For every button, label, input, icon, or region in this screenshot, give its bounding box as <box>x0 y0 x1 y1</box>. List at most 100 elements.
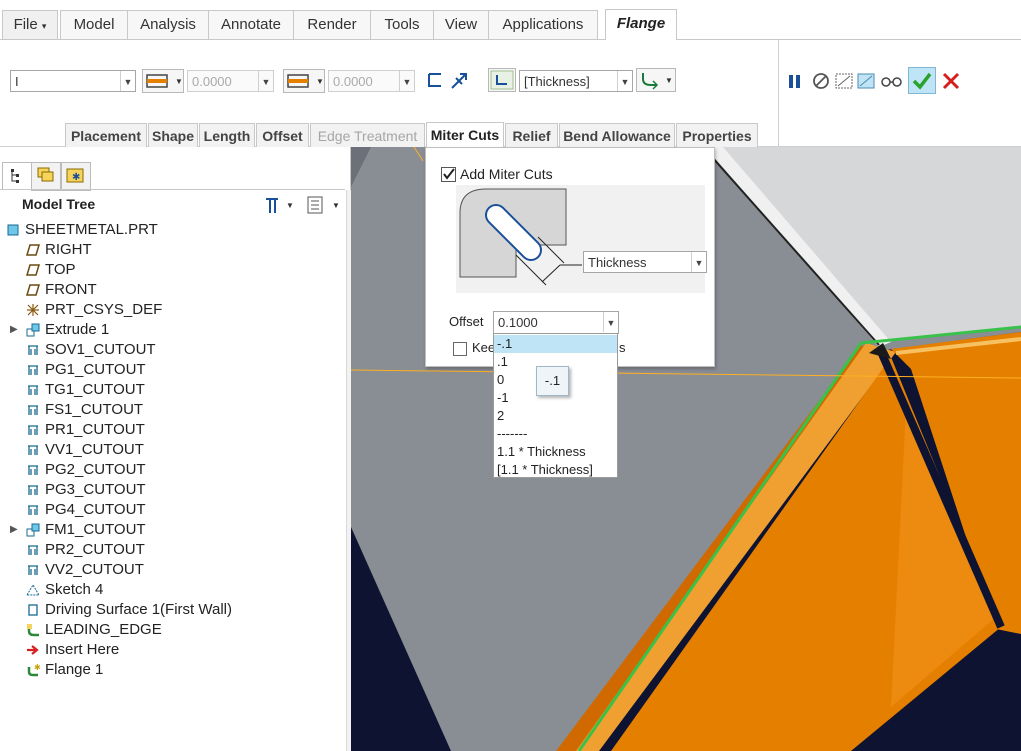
tree-item-label: VV2_CUTOUT <box>45 561 144 578</box>
thickness-side-button[interactable] <box>488 68 516 92</box>
tree-item[interactable]: SOV1_CUTOUT <box>0 340 345 360</box>
tab-view[interactable]: View <box>433 10 489 39</box>
add-miter-cuts-checkbox[interactable] <box>441 167 456 182</box>
subtab-length[interactable]: Length <box>199 123 255 147</box>
length-type-2-button[interactable]: ▼ <box>283 69 325 93</box>
tree-item[interactable]: RIGHT <box>0 240 345 260</box>
chevron-down-icon: ▼ <box>603 312 618 332</box>
chevron-down-icon: ▼ <box>120 71 135 91</box>
subtab-properties[interactable]: Properties <box>676 123 758 147</box>
tree-item[interactable]: FS1_CUTOUT <box>0 400 345 420</box>
favorites-tab[interactable]: ✱ <box>61 162 91 191</box>
subtab-edge-treatment: Edge Treatment <box>310 123 425 147</box>
tree-item[interactable]: ✱ Flange 1 <box>0 660 345 680</box>
offset-option[interactable]: 1.1 * Thickness <box>497 443 615 461</box>
part-icon <box>6 223 20 237</box>
subtab-offset[interactable]: Offset <box>256 123 309 147</box>
length-type-icon: ▼ <box>287 74 324 88</box>
tree-item[interactable]: VV2_CUTOUT <box>0 560 345 580</box>
flip-direction-icons[interactable] <box>426 70 474 92</box>
length-1-input[interactable]: 0.0000 ▼ <box>187 70 274 92</box>
model-tree-tab[interactable] <box>2 162 32 190</box>
tree-item-label: PR1_CUTOUT <box>45 421 145 438</box>
tab-file[interactable]: File ▾ <box>2 10 58 39</box>
tree-item-label: Driving Surface 1(First Wall) <box>45 601 232 618</box>
tree-item[interactable]: PG3_CUTOUT <box>0 480 345 500</box>
offset-label: Offset <box>449 314 484 329</box>
tree-item[interactable]: SHEETMETAL.PRT <box>0 220 345 240</box>
tree-item[interactable]: PG4_CUTOUT <box>0 500 345 520</box>
tree-item[interactable]: TG1_CUTOUT <box>0 380 345 400</box>
csys-icon <box>26 303 40 317</box>
subtab-shape[interactable]: Shape <box>148 123 198 147</box>
offset-dropdown-list: -.1 .1 0 -1 2 ------- 1.1 * Thickness [1… <box>493 333 618 478</box>
tree-item-label: FS1_CUTOUT <box>45 401 144 418</box>
tree-item-label: PRT_CSYS_DEF <box>45 301 163 318</box>
tab-model[interactable]: Model <box>60 10 128 39</box>
ok-button[interactable] <box>908 67 936 94</box>
length-type-1-button[interactable]: ▼ <box>142 69 184 93</box>
tree-item[interactable]: VV1_CUTOUT <box>0 440 345 460</box>
thickness-side-icon <box>490 70 514 90</box>
tree-item-label: VV1_CUTOUT <box>45 441 144 458</box>
keep-checkbox-label: Kee <box>472 340 496 355</box>
flange-dashboard: I ▼ ▼ 0.0000 ▼ ▼ 0.0000 ▼ [Thickness] ▼ … <box>0 40 1021 148</box>
tree-item[interactable]: PG2_CUTOUT <box>0 460 345 480</box>
tree-item[interactable]: TOP <box>0 260 345 280</box>
offset-input[interactable]: 0.1000 ▼ <box>493 311 619 334</box>
tree-structure-icon <box>11 169 19 183</box>
subtab-miter-cuts[interactable]: Miter Cuts <box>426 122 504 148</box>
cutout-icon <box>26 403 40 417</box>
expand-arrow-icon[interactable]: ▶ <box>10 520 18 540</box>
tree-item[interactable]: FRONT <box>0 280 345 300</box>
tree-item[interactable]: PR1_CUTOUT <box>0 420 345 440</box>
offset-option[interactable]: [1.1 * Thickness] <box>497 461 615 479</box>
svg-text:▼: ▼ <box>286 201 294 210</box>
tab-render[interactable]: Render <box>293 10 371 39</box>
sketch-icon <box>26 583 40 597</box>
tab-annotate[interactable]: Annotate <box>208 10 294 39</box>
subtab-placement[interactable]: Placement <box>65 123 147 147</box>
tab-applications[interactable]: Applications <box>488 10 598 39</box>
checkmark-icon <box>443 168 455 180</box>
tab-analysis[interactable]: Analysis <box>127 10 209 39</box>
length-2-input[interactable]: 0.0000 ▼ <box>328 70 415 92</box>
expand-arrow-icon[interactable]: ▶ <box>10 320 18 340</box>
layers-tab[interactable] <box>31 162 61 191</box>
tree-item[interactable]: ▶ FM1_CUTOUT <box>0 520 345 540</box>
tree-item[interactable]: Insert Here <box>0 640 345 660</box>
verify-mode-icon <box>835 73 853 89</box>
keep-checkbox[interactable] <box>453 342 467 356</box>
cutout-icon <box>26 423 40 437</box>
tree-item[interactable]: PRT_CSYS_DEF <box>0 300 345 320</box>
svg-text:▼: ▼ <box>316 77 324 86</box>
cancel-button[interactable] <box>940 70 962 92</box>
tree-item[interactable]: Driving Surface 1(First Wall) <box>0 600 345 620</box>
subtab-relief[interactable]: Relief <box>505 123 558 147</box>
tree-item[interactable]: PG1_CUTOUT <box>0 360 345 380</box>
tree-item[interactable]: ▶ Extrude 1 <box>0 320 345 340</box>
tab-tools[interactable]: Tools <box>370 10 434 39</box>
offset-value: 0.1000 <box>498 315 538 330</box>
keep-checkbox-label-end: s <box>619 340 626 355</box>
length-1-value: 0.0000 <box>192 74 232 89</box>
subtab-bend-allowance[interactable]: Bend Allowance <box>559 123 675 147</box>
tree-settings-controls[interactable]: ▼ ▼ <box>262 193 346 217</box>
offset-option[interactable]: 2 <box>497 407 615 425</box>
miter-width-combo[interactable]: Thickness ▼ <box>583 251 707 273</box>
flange-icon <box>26 623 40 637</box>
bend-radius-icon: ▼ <box>642 73 673 90</box>
bend-radius-side-button[interactable]: ▼ <box>636 68 676 92</box>
tooltip: -.1 <box>536 366 569 396</box>
tree-item-label: FRONT <box>45 281 97 298</box>
tree-item[interactable]: LEADING_EDGE <box>0 620 345 640</box>
thickness-combo[interactable]: [Thickness] ▼ <box>519 70 633 92</box>
tab-flange[interactable]: Flange <box>605 9 677 40</box>
tree-item-label: Extrude 1 <box>45 321 110 338</box>
tree-item[interactable]: PR2_CUTOUT <box>0 540 345 560</box>
extrude-icon <box>26 323 40 337</box>
cutout-icon <box>26 343 40 357</box>
offset-option[interactable]: -.1 <box>494 335 617 353</box>
shape-combo[interactable]: I ▼ <box>10 70 136 92</box>
tree-item[interactable]: Sketch 4 <box>0 580 345 600</box>
